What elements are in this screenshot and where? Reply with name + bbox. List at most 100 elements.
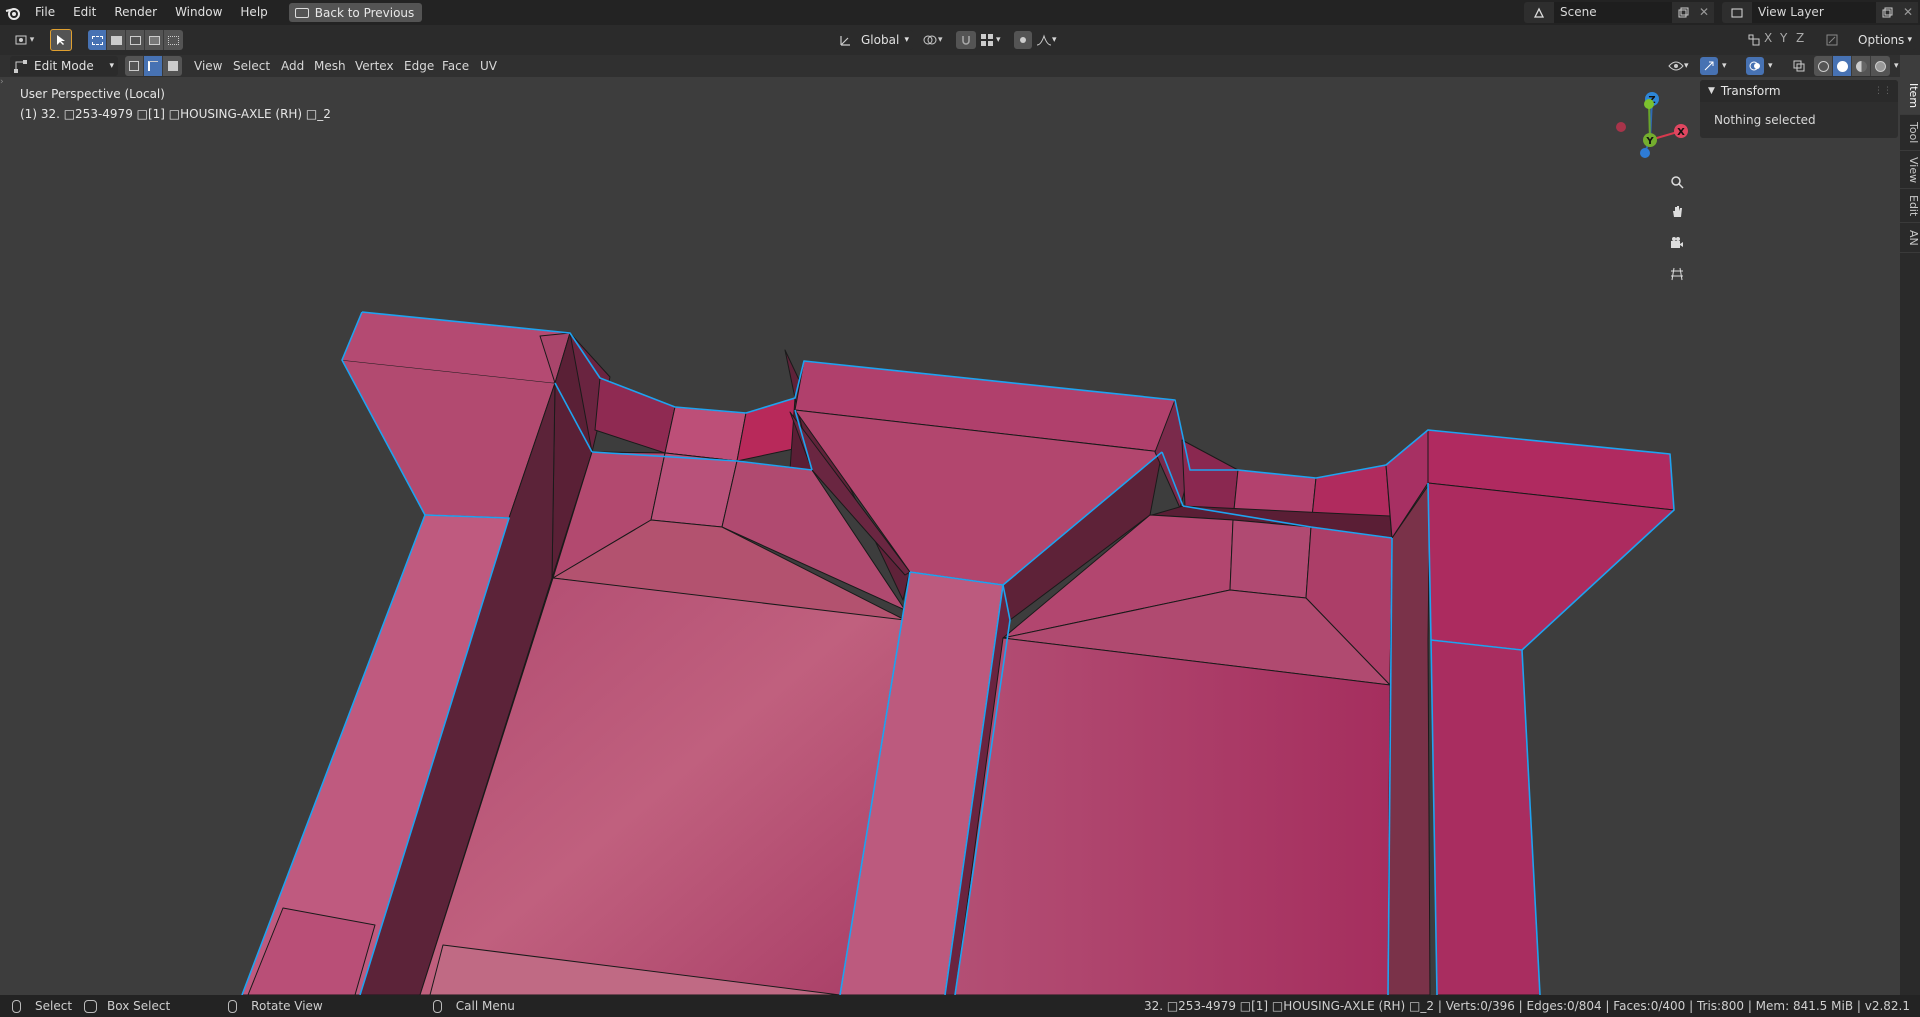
menu-mesh[interactable]: Mesh [314,59,346,73]
menu-select[interactable]: Select [233,59,270,73]
scene-statistics: 32. □253-4979 □[1] □HOUSING-AXLE (RH) □_… [1143,999,1910,1013]
gizmo-x-label: X [1677,127,1685,138]
back-icon [294,7,309,18]
tab-edit[interactable]: Edit [1900,189,1920,223]
menu-file[interactable]: File [26,0,64,25]
view-layer-icon[interactable] [1722,2,1752,23]
select-extend-icon[interactable] [107,30,126,50]
orientation-label: Global [861,33,900,47]
vertex-select-icon[interactable] [125,56,144,76]
shading-mode-group [1814,56,1890,76]
zoom-icon[interactable] [1664,169,1690,195]
proportional-edit-icon[interactable] [1014,31,1032,49]
status-bar: Select Box Select Rotate View Call Menu … [0,995,1920,1017]
select-tool-icon[interactable] [50,29,72,51]
menu-face[interactable]: Face [442,59,469,73]
mouse-right-icon [432,999,442,1013]
object-info-label: (1) 32. □253-4979 □[1] □HOUSING-AXLE (RH… [20,107,331,121]
new-scene-icon[interactable] [1672,2,1694,23]
edge-select-icon[interactable] [144,56,163,76]
status-box-select-label: Box Select [107,999,171,1013]
tab-an[interactable]: AN [1900,223,1920,253]
transform-panel-title: Transform [1720,84,1781,98]
object-origin-icon[interactable] [1748,31,1760,49]
select-intersect-icon[interactable] [164,30,183,50]
scene-name-field[interactable]: Scene [1554,2,1672,23]
auto-merge-icon[interactable] [1826,31,1842,49]
mirror-y-button[interactable]: Y [1780,31,1794,49]
item-transform-panel: ▼ Transform ⋮⋮ Nothing selected [1700,80,1898,138]
mode-dropdown[interactable]: Edit Mode ▾ [10,56,118,76]
new-view-layer-icon[interactable] [1876,2,1898,23]
editor-type-selector[interactable]: ▾ [8,30,40,50]
remove-scene-icon[interactable]: ✕ [1694,2,1714,23]
panel-collapse-icon: ▼ [1708,86,1715,96]
status-rotate-view-label: Rotate View [251,999,323,1013]
tab-view[interactable]: View [1900,151,1920,189]
material-shading-icon[interactable] [1852,56,1871,76]
menu-uv[interactable]: UV [480,59,497,73]
status-select-label: Select [35,999,73,1013]
axis-gizmo[interactable]: Z X Y [1605,90,1695,180]
remove-view-layer-icon[interactable]: ✕ [1898,2,1918,23]
gizmo-toggle-icon[interactable] [1700,57,1718,75]
overlays-toggle-icon[interactable] [1746,57,1764,75]
tab-item[interactable]: Item [1900,77,1920,115]
menu-view[interactable]: View [194,59,222,73]
options-dropdown[interactable]: Options ▾ [1852,30,1916,50]
wireframe-shading-icon[interactable] [1814,56,1833,76]
view-layer-name-field[interactable]: View Layer [1752,2,1876,23]
menu-add[interactable]: Add [281,59,304,73]
snap-target-icon[interactable]: ▾ [980,31,1008,49]
nothing-selected-label: Nothing selected [1714,113,1816,127]
menu-vertex[interactable]: Vertex [355,59,394,73]
shading-dropdown-icon[interactable]: ▾ [1894,57,1904,75]
pan-hand-icon[interactable] [1664,199,1690,225]
sidebar-tabs: Item Tool View Edit AN [1900,77,1920,995]
snap-toggle-icon[interactable] [956,31,976,49]
mode-label: Edit Mode [34,59,94,73]
mouse-middle-icon [228,999,238,1013]
toolbar-toggle-icon[interactable]: › [0,77,8,91]
edit-mode-header: Edit Mode ▾ View Select Add Mesh Vertex … [0,55,1900,77]
solid-shading-icon[interactable] [1833,56,1852,76]
gizmo-dropdown-icon[interactable]: ▾ [1722,57,1734,75]
select-mode-group [88,30,183,50]
chevron-down-icon: ▾ [109,61,114,71]
scene-selector[interactable]: Scene ✕ [1524,2,1714,23]
proportional-falloff-icon[interactable]: ▾ [1036,31,1066,49]
menu-render[interactable]: Render [105,0,166,25]
overlays-dropdown-icon[interactable]: ▾ [1768,57,1780,75]
select-invert-icon[interactable] [145,30,164,50]
drag-handle-icon[interactable]: ⋮⋮ [1874,86,1892,96]
pivot-point-icon[interactable]: ▾ [922,31,952,49]
mirror-x-button[interactable]: X [1764,31,1778,49]
mirror-z-button[interactable]: Z [1796,31,1810,49]
rendered-shading-icon[interactable] [1871,56,1890,76]
mesh-geometry[interactable] [0,77,1900,995]
scene-icon[interactable] [1524,2,1554,23]
xray-toggle-icon[interactable] [1790,57,1808,75]
ortho-grid-icon[interactable] [1664,261,1690,287]
camera-view-icon[interactable] [1664,230,1690,256]
blender-logo-icon[interactable] [0,0,26,25]
mesh-select-mode-group [125,56,182,76]
menu-window[interactable]: Window [166,0,231,25]
3d-viewport[interactable]: User Perspective (Local) (1) 32. □253-49… [0,77,1900,995]
face-select-icon[interactable] [163,56,182,76]
select-new-icon[interactable] [88,30,107,50]
menu-edge[interactable]: Edge [404,59,434,73]
back-to-previous-button[interactable]: Back to Previous [288,3,423,22]
view-layer-selector[interactable]: View Layer ✕ [1722,2,1918,23]
visibility-icon[interactable]: ▾ [1668,57,1696,75]
tab-tool[interactable]: Tool [1900,115,1920,151]
transform-orientation-dropdown[interactable]: Global ▾ [835,30,913,50]
back-to-previous-label: Back to Previous [314,5,415,20]
options-label: Options [1858,33,1905,47]
menu-help[interactable]: Help [231,0,276,25]
perspective-label: User Perspective (Local) [20,87,165,101]
menu-edit[interactable]: Edit [64,0,105,25]
transform-panel-header[interactable]: ▼ Transform ⋮⋮ [1700,80,1898,102]
edit-mode-icon [14,60,27,73]
select-subtract-icon[interactable] [126,30,145,50]
